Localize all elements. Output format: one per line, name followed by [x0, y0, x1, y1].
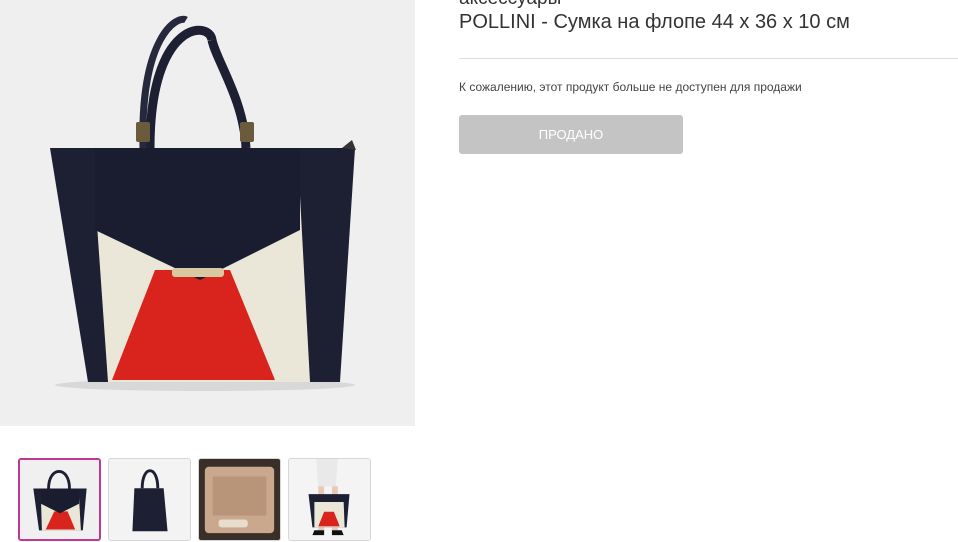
- sold-button[interactable]: ПРОДАНО: [459, 115, 683, 154]
- handbag-model-thumbnail[interactable]: [288, 458, 371, 541]
- product-main-image[interactable]: [0, 0, 415, 426]
- handbag-back-thumbnail[interactable]: [108, 458, 191, 541]
- product-category: аксессуары: [459, 0, 561, 10]
- thumbnail-strip: [18, 458, 371, 541]
- handbag-front-thumbnail[interactable]: [18, 458, 101, 541]
- handbag-interior-thumbnail[interactable]: [198, 458, 281, 541]
- product-title: POLLINI - Сумка на флопе 44 x 36 x 10 см: [459, 11, 850, 33]
- unavailable-notice: К сожалению, этот продукт больше не дост…: [459, 80, 802, 94]
- divider: [459, 58, 958, 59]
